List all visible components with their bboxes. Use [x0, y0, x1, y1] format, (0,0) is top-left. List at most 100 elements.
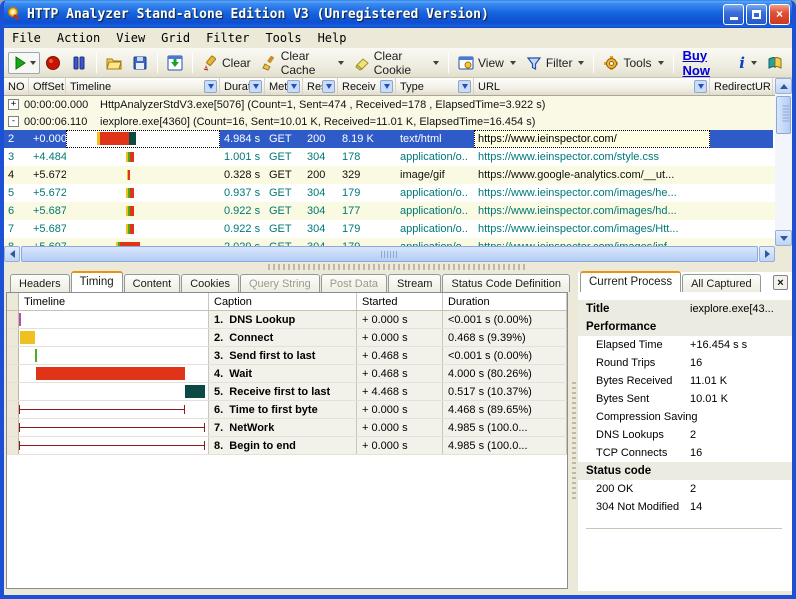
column-header-res[interactable]: Res [303, 78, 338, 95]
row-number[interactable]: 3 [4, 148, 29, 166]
url-cell[interactable]: https://www.ieinspector.com/images/inf..… [474, 238, 710, 246]
scroll-left-button[interactable] [4, 246, 20, 262]
result-cell[interactable]: 304 [303, 148, 338, 166]
scroll-down-button[interactable] [775, 230, 792, 246]
result-cell[interactable]: 200 [303, 130, 338, 148]
method-cell[interactable]: GET [265, 148, 303, 166]
open-button[interactable] [101, 52, 127, 74]
method-cell[interactable]: GET [265, 130, 303, 148]
result-cell[interactable]: 200 [303, 166, 338, 184]
vertical-scroll-thumb[interactable] [776, 96, 791, 134]
offset-cell[interactable]: +5.672 s [29, 166, 66, 184]
result-cell[interactable]: 304 [303, 238, 338, 246]
request-row[interactable]: 4+5.672 s0.328 sGET200329image/gifhttps:… [4, 166, 775, 184]
timing-row[interactable]: 6. Time to first byte+ 0.000 s4.468 s (8… [7, 401, 567, 419]
method-cell[interactable]: GET [265, 166, 303, 184]
minimize-button[interactable] [723, 4, 744, 25]
filter-dropdown-icon[interactable] [204, 80, 217, 93]
grid-vertical-scrollbar[interactable] [775, 78, 792, 246]
column-header-receiv[interactable]: Receiv [338, 78, 396, 95]
column-header-redirectur[interactable]: RedirectUR [710, 78, 773, 95]
duration-cell[interactable]: 0.937 s [220, 184, 265, 202]
column-header-meth[interactable]: Meth [265, 78, 303, 95]
filter-dropdown-icon[interactable] [287, 80, 300, 93]
process-group-row[interactable]: +00:00:00.000HttpAnalyzerStdV3.exe[5076]… [4, 96, 775, 113]
collapse-icon[interactable]: - [8, 116, 19, 127]
redirect-cell[interactable] [710, 148, 773, 166]
clear-cache-button[interactable]: Clear Cache [256, 46, 349, 80]
clear-cookie-button[interactable]: Clear Cookie [349, 46, 444, 80]
menu-action[interactable]: Action [49, 29, 108, 47]
row-number[interactable]: 5 [4, 184, 29, 202]
received-cell[interactable]: 177 [338, 202, 396, 220]
scroll-right-button[interactable] [759, 246, 775, 262]
column-header-url[interactable]: URL [474, 78, 710, 95]
type-cell[interactable]: application/o.. [396, 184, 474, 202]
duration-cell[interactable]: 0.922 s [220, 202, 265, 220]
scroll-up-button[interactable] [775, 78, 792, 94]
tab-current-process[interactable]: Current Process [580, 271, 681, 292]
capture-toggle-button[interactable] [162, 52, 188, 74]
request-row[interactable]: 6+5.687 s0.922 sGET304177application/o..… [4, 202, 775, 220]
buy-now-link[interactable]: Buy Now [678, 45, 735, 81]
url-cell[interactable]: https://www.ieinspector.com/images/Htt..… [474, 220, 710, 238]
filter-dropdown-icon[interactable] [458, 80, 471, 93]
request-row[interactable]: 8+5.697 s2.029 sGET304179application/o..… [4, 238, 775, 246]
timeline-cell[interactable] [66, 184, 220, 202]
type-cell[interactable]: image/gif [396, 166, 474, 184]
grid-horizontal-scrollbar[interactable] [4, 246, 775, 262]
menu-view[interactable]: View [108, 29, 153, 47]
result-cell[interactable]: 304 [303, 220, 338, 238]
duration-cell[interactable]: 1.001 s [220, 148, 265, 166]
pause-button[interactable] [66, 52, 92, 74]
timing-row[interactable]: 4. Wait+ 0.468 s4.000 s (80.26%) [7, 365, 567, 383]
column-header-type[interactable]: Type [396, 78, 474, 95]
request-row[interactable]: 7+5.687 s0.922 sGET304179application/o..… [4, 220, 775, 238]
timeline-cell[interactable] [66, 238, 220, 246]
duration-cell[interactable]: 0.922 s [220, 220, 265, 238]
horizontal-scroll-thumb[interactable] [21, 246, 758, 262]
timeline-cell[interactable] [66, 220, 220, 238]
redirect-cell[interactable] [710, 220, 773, 238]
timing-row[interactable]: 3. Send first to last+ 0.468 s<0.001 s (… [7, 347, 567, 365]
info-button[interactable]: i [734, 51, 762, 75]
timing-row[interactable]: 7. NetWork+ 0.000 s4.985 s (100.0... [7, 419, 567, 437]
column-header-timeline[interactable]: Timeline [66, 78, 220, 95]
row-number[interactable]: 6 [4, 202, 29, 220]
save-button[interactable] [127, 52, 153, 74]
tab-all-captured[interactable]: All Captured [682, 274, 761, 292]
start-capture-button[interactable] [8, 52, 40, 74]
filter-dropdown-icon[interactable] [694, 80, 707, 93]
close-button[interactable]: × [769, 4, 790, 25]
filter-button[interactable]: Filter [521, 52, 590, 74]
filter-dropdown-icon[interactable] [380, 80, 393, 93]
duration-cell[interactable]: 2.029 s [220, 238, 265, 246]
row-number[interactable]: 8 [4, 238, 29, 246]
offset-cell[interactable]: +0.000 s [29, 130, 66, 148]
type-cell[interactable]: application/o.. [396, 220, 474, 238]
timing-row[interactable]: 2. Connect+ 0.000 s0.468 s (9.39%) [7, 329, 567, 347]
request-row[interactable]: 2+0.000 s4.984 sGET2008.19 Ktext/htmlhtt… [4, 130, 775, 148]
redirect-cell[interactable] [710, 238, 773, 246]
view-button[interactable]: View [453, 52, 521, 74]
method-cell[interactable]: GET [265, 220, 303, 238]
timing-row[interactable]: 5. Receive first to last+ 4.468 s0.517 s… [7, 383, 567, 401]
tab-status-code-definition[interactable]: Status Code Definition [442, 274, 569, 292]
timeline-cell[interactable] [66, 148, 220, 166]
row-number[interactable]: 7 [4, 220, 29, 238]
row-number[interactable]: 2 [4, 130, 29, 148]
column-header-no[interactable]: NO [4, 78, 29, 95]
url-cell[interactable]: https://www.ieinspector.com/style.css [474, 148, 710, 166]
request-row[interactable]: 5+5.672 s0.937 sGET304179application/o..… [4, 184, 775, 202]
offset-cell[interactable]: +5.672 s [29, 184, 66, 202]
menu-filter[interactable]: Filter [198, 29, 257, 47]
maximize-button[interactable] [746, 4, 767, 25]
timeline-cell[interactable] [66, 202, 220, 220]
received-cell[interactable]: 178 [338, 148, 396, 166]
method-cell[interactable]: GET [265, 184, 303, 202]
vertical-splitter[interactable] [570, 272, 578, 591]
received-cell[interactable]: 179 [338, 184, 396, 202]
column-header-offset[interactable]: OffSet [29, 78, 66, 95]
menu-tools[interactable]: Tools [257, 29, 309, 47]
help-button[interactable] [762, 52, 788, 74]
